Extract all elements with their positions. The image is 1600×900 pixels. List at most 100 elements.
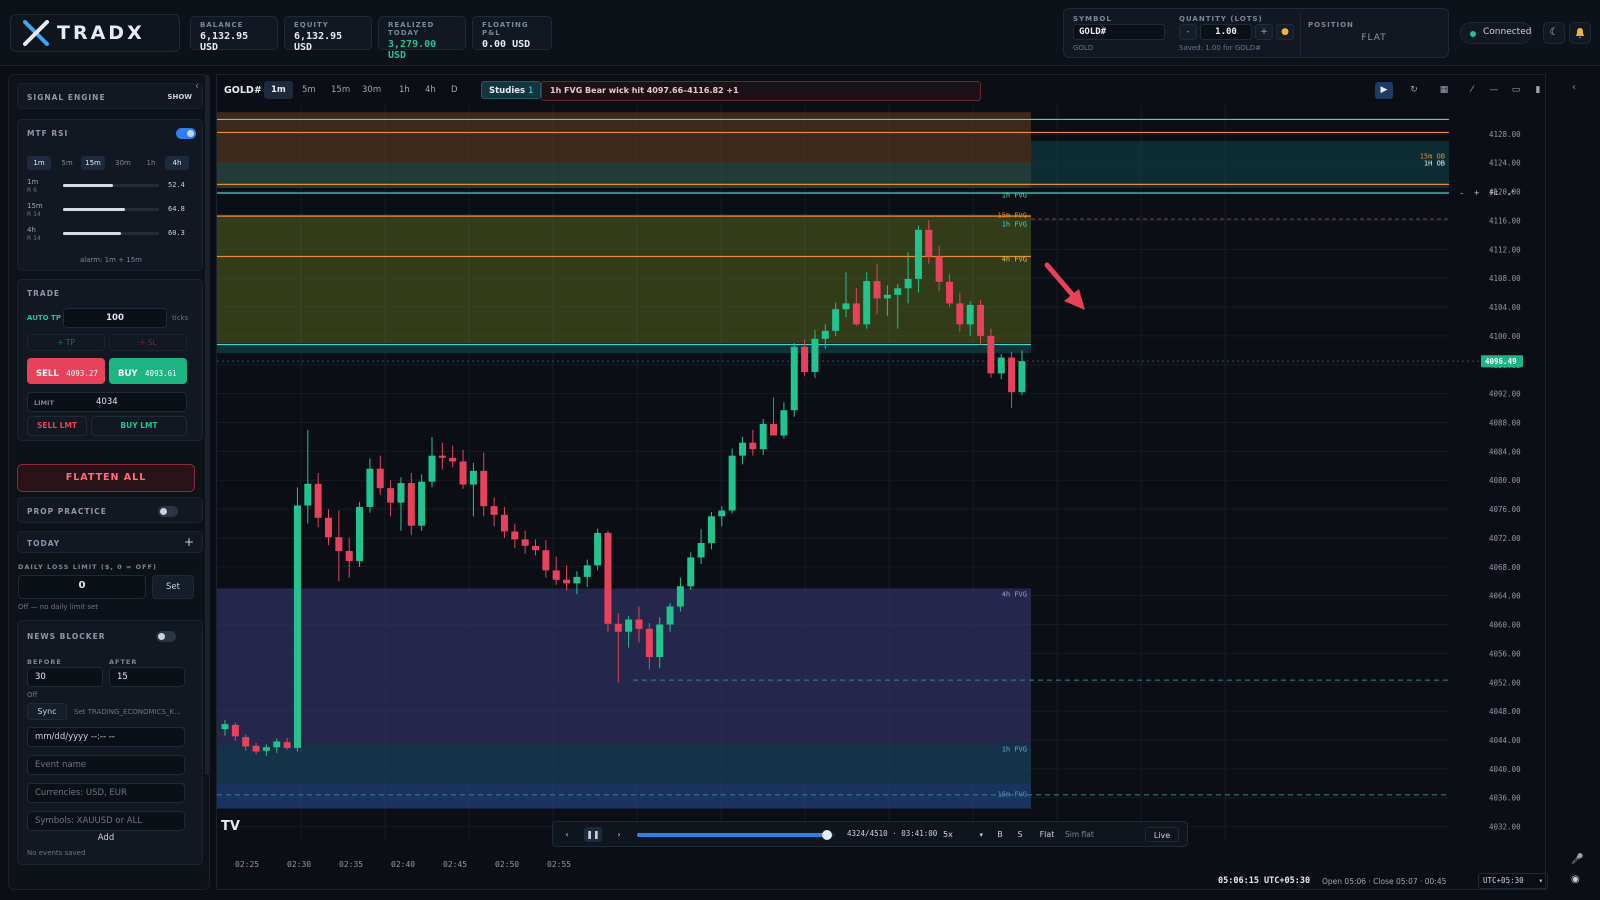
- zone-label: 1h FVG: [1002, 746, 1027, 754]
- lock-icon[interactable]: ●: [1276, 24, 1294, 40]
- news-currencies-input[interactable]: Currencies: USD, EUR: [27, 783, 185, 803]
- news-sync-button[interactable]: Sync: [27, 703, 67, 720]
- rsi-tf-1m[interactable]: 1m: [27, 156, 51, 170]
- today-add-icon[interactable]: +: [184, 535, 194, 549]
- replay-bar-count: 4324/4510: [847, 829, 888, 838]
- quantity-decrease-button[interactable]: -: [1179, 24, 1197, 40]
- tradingview-logo-icon: TV: [221, 819, 240, 834]
- screenshot-icon[interactable]: ▦: [1435, 82, 1453, 99]
- news-symbols-input[interactable]: Symbols: XAUUSD or ALL: [27, 811, 185, 831]
- quantity-saved-note: Saved: 1.00 for GOLD#: [1179, 44, 1261, 52]
- buy-limit-button[interactable]: BUY LMT: [91, 416, 187, 436]
- rsi-row-tf: 4h: [27, 226, 36, 234]
- flatten-all-button[interactable]: FLATTEN ALL: [17, 464, 195, 492]
- add-sl-button[interactable]: + SL: [109, 334, 187, 351]
- y-axis-tick-label: 4088.00: [1489, 418, 1521, 427]
- candle-body: [1018, 361, 1026, 393]
- mtf-rsi-toggle[interactable]: [176, 128, 196, 139]
- prop-practice-toggle[interactable]: [158, 506, 178, 517]
- theme-toggle-moon-icon[interactable]: ☾: [1543, 22, 1565, 44]
- replay-buy-button[interactable]: B: [993, 827, 1007, 842]
- buy-market-button[interactable]: BUY 4093.61: [109, 358, 187, 384]
- trash-icon[interactable]: ▮: [1529, 82, 1547, 99]
- daily-loss-set-button[interactable]: Set: [152, 575, 194, 599]
- candle-body: [977, 304, 985, 336]
- replay-speed-select[interactable]: 5x ▾: [939, 827, 985, 843]
- timeframe-1h[interactable]: 1h: [392, 81, 417, 99]
- limit-price-field[interactable]: LIMIT 4034: [27, 392, 187, 412]
- replay-slider[interactable]: [637, 830, 835, 840]
- timezone-select[interactable]: UTC+05:30 ▾: [1478, 873, 1548, 889]
- zoom-controls[interactable]: – + Fit ⤢: [1460, 189, 1514, 198]
- news-add-button[interactable]: Add: [27, 833, 185, 848]
- timeframe-1m[interactable]: 1m: [264, 81, 293, 99]
- sell-market-button[interactable]: SELL 4093.27: [27, 358, 105, 384]
- notification-bell-icon[interactable]: [1569, 22, 1591, 44]
- candle-body: [459, 461, 467, 485]
- trendline-icon[interactable]: ⁄: [1463, 82, 1481, 99]
- settings-circle-icon[interactable]: ◉: [1571, 874, 1580, 885]
- candle-body: [335, 537, 343, 551]
- after-minutes-input[interactable]: 15: [109, 667, 185, 687]
- replay-live-button[interactable]: Live: [1145, 827, 1179, 842]
- timeframe-15m[interactable]: 15m: [324, 81, 357, 99]
- candle-body: [894, 288, 902, 295]
- rsi-tf-1h[interactable]: 1h: [139, 156, 163, 170]
- expand-panel-chevron-icon[interactable]: ‹: [1572, 82, 1576, 93]
- y-axis-tick-label: 4064.00: [1489, 592, 1521, 601]
- refresh-icon[interactable]: ↻: [1405, 82, 1423, 99]
- news-datetime-input[interactable]: mm/dd/yyyy --:-- --: [27, 727, 185, 747]
- microphone-icon[interactable]: 🎤: [1571, 854, 1583, 865]
- expand-icon[interactable]: ⤢: [1508, 189, 1514, 197]
- quantity-input[interactable]: 1.00: [1200, 24, 1252, 40]
- rsi-tf-30m[interactable]: 30m: [111, 156, 135, 170]
- sell-limit-button[interactable]: SELL LMT: [27, 416, 87, 436]
- zoom-out-icon[interactable]: –: [1460, 189, 1464, 197]
- add-tp-button[interactable]: + TP: [27, 334, 105, 351]
- replay-sell-button[interactable]: S: [1013, 827, 1027, 842]
- timeframe-D[interactable]: D: [444, 81, 465, 99]
- before-minutes-input[interactable]: 30: [27, 667, 103, 687]
- zone-label: 1h FVG: [1002, 191, 1027, 199]
- replay-progress: 4324/4510 · 03:41:00: [847, 829, 938, 838]
- replay-slider-handle[interactable]: [822, 830, 833, 840]
- quantity-label: QUANTITY (LOTS): [1179, 15, 1263, 23]
- studies-button[interactable]: Studies 1: [481, 81, 542, 99]
- today-card[interactable]: TODAY +: [17, 531, 203, 553]
- fit-button[interactable]: Fit: [1490, 189, 1498, 197]
- rsi-tf-4h[interactable]: 4h: [165, 156, 189, 170]
- rsi-tf-5m[interactable]: 5m: [55, 156, 79, 170]
- studies-label: Studies: [489, 86, 526, 96]
- replay-flat-button[interactable]: Flat: [1033, 827, 1061, 842]
- daily-loss-input[interactable]: 0: [18, 575, 146, 599]
- timeframe-30m[interactable]: 30m: [355, 81, 388, 99]
- ob-zone-extension: [1031, 141, 1449, 188]
- news-event-name-input[interactable]: Event name: [27, 755, 185, 775]
- sidebar-scrollbar[interactable]: [205, 75, 209, 775]
- fvg-alert-banner[interactable]: 1h FVG Bear wick hit 4097.66–4116.82 +1: [541, 81, 981, 101]
- collapse-chevron-icon[interactable]: ‹: [195, 81, 199, 92]
- zoom-in-icon[interactable]: +: [1474, 189, 1480, 197]
- zone-label: 15m FVG: [997, 212, 1027, 220]
- replay-next-icon[interactable]: ›: [611, 827, 627, 842]
- candle-body: [873, 281, 881, 299]
- auto-tp-input[interactable]: 100: [63, 308, 167, 328]
- replay-pause-icon[interactable]: ❚❚: [584, 827, 602, 842]
- balance-label: BALANCE: [200, 21, 244, 29]
- candle-body: [946, 281, 953, 304]
- horizontal-line-icon[interactable]: —: [1485, 82, 1503, 99]
- balance-value: 6,132.95 USD: [200, 31, 249, 53]
- timeframe-4h[interactable]: 4h: [418, 81, 443, 99]
- replay-prev-icon[interactable]: ‹: [559, 827, 575, 842]
- news-blocker-toggle[interactable]: [156, 631, 176, 642]
- rsi-tf-15m[interactable]: 15m: [81, 156, 105, 170]
- timeframe-5m[interactable]: 5m: [295, 81, 323, 99]
- signal-engine-show-button[interactable]: SHOW: [167, 93, 192, 101]
- price-chart[interactable]: 1h FVG15m FVG1h FVG4h FVG4h FVG1h FVG15m…: [217, 105, 1547, 891]
- candle-body: [697, 542, 705, 558]
- y-axis-tick-label: 4108.00: [1489, 274, 1521, 283]
- play-icon[interactable]: ▶: [1375, 82, 1393, 99]
- symbol-input[interactable]: GOLD#: [1073, 24, 1165, 40]
- quantity-increase-button[interactable]: +: [1255, 24, 1273, 40]
- rectangle-icon[interactable]: ▭: [1507, 82, 1525, 99]
